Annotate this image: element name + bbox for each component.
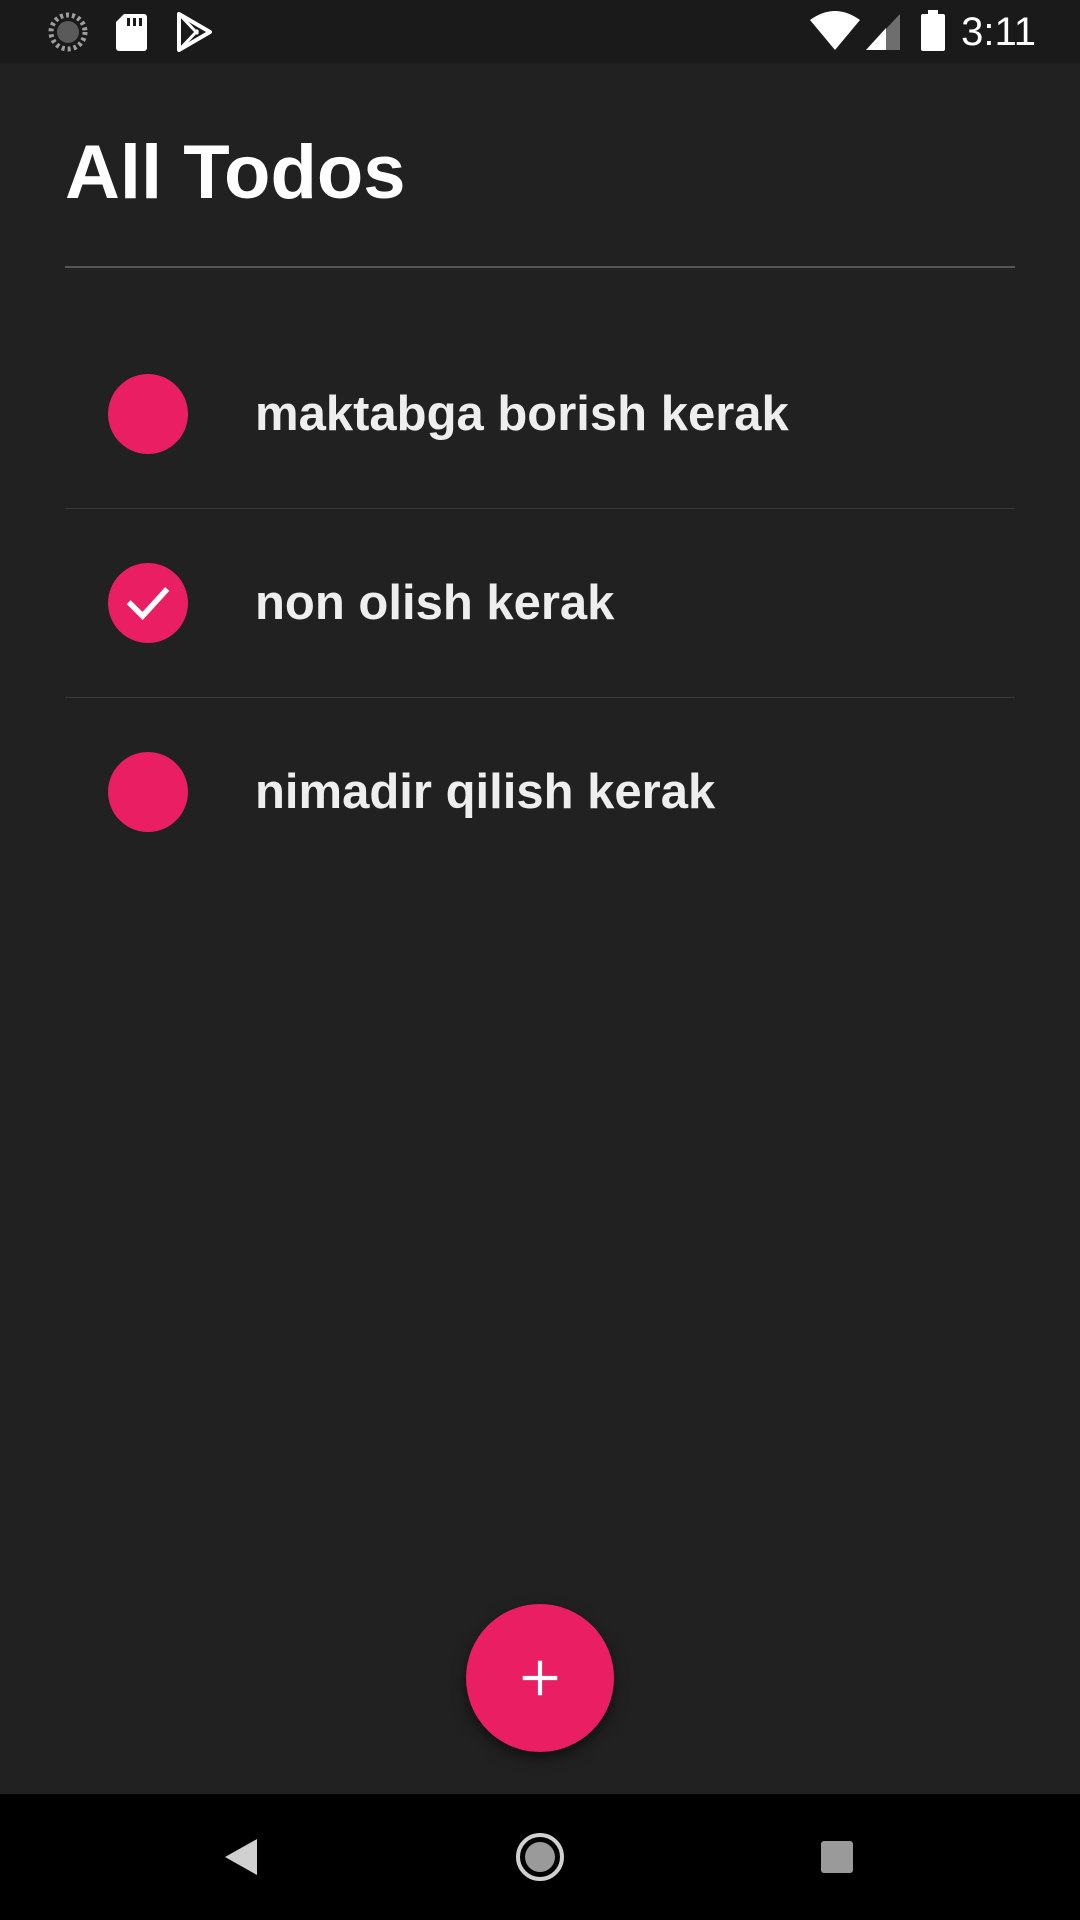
todo-checkbox[interactable] xyxy=(108,374,188,454)
recents-button[interactable] xyxy=(804,1824,870,1890)
todo-list: maktabga borish kerak non olish kerak ni… xyxy=(65,320,1015,886)
todo-text: nimadir qilish kerak xyxy=(255,765,716,819)
title-divider xyxy=(65,266,1015,268)
battery-icon xyxy=(920,10,946,51)
add-todo-button[interactable] xyxy=(466,1604,614,1752)
recents-icon xyxy=(821,1841,853,1873)
todo-text: non olish kerak xyxy=(255,576,615,630)
wifi-icon xyxy=(810,10,860,50)
status-time: 3:11 xyxy=(961,10,1036,54)
checkmark-icon xyxy=(126,587,170,621)
todo-checkbox[interactable] xyxy=(108,563,188,643)
status-bar: 3:11 xyxy=(0,0,1080,63)
back-button[interactable] xyxy=(208,1824,274,1890)
todo-checkbox[interactable] xyxy=(108,752,188,832)
cell-signal-icon xyxy=(864,12,902,52)
back-icon xyxy=(225,1839,257,1875)
nav-bar xyxy=(0,1794,1080,1920)
home-icon xyxy=(516,1833,564,1881)
screen: 3:11 All Todos maktabga borish kerak non… xyxy=(0,0,1080,1920)
play-store-icon xyxy=(176,12,214,52)
todo-item[interactable]: maktabga borish kerak xyxy=(65,320,1015,508)
sd-card-icon xyxy=(114,12,148,52)
home-button[interactable] xyxy=(507,1824,573,1890)
todo-text: maktabga borish kerak xyxy=(255,387,789,441)
todo-item[interactable]: nimadir qilish kerak xyxy=(65,697,1015,886)
loading-icon xyxy=(48,12,88,52)
page-title: All Todos xyxy=(65,130,406,215)
todo-item[interactable]: non olish kerak xyxy=(65,508,1015,697)
plus-icon xyxy=(522,1660,558,1696)
